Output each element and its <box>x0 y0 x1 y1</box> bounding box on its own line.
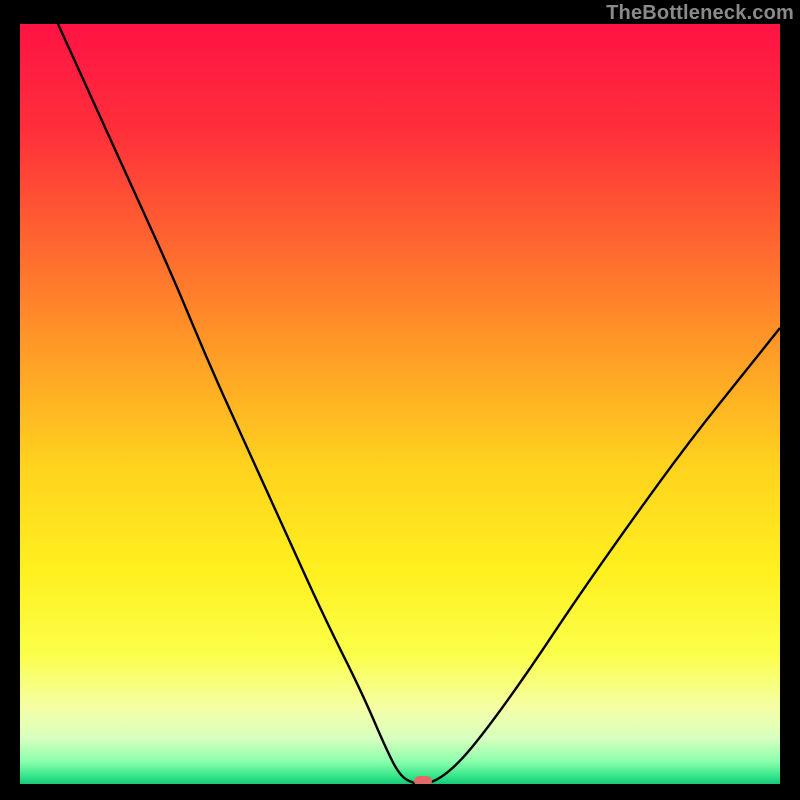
watermark-text: TheBottleneck.com <box>606 2 794 25</box>
chart-frame: TheBottleneck.com <box>0 0 800 800</box>
curve-path <box>58 24 780 784</box>
minimum-marker <box>414 776 432 784</box>
bottleneck-curve <box>20 24 780 784</box>
plot-area <box>20 24 780 784</box>
